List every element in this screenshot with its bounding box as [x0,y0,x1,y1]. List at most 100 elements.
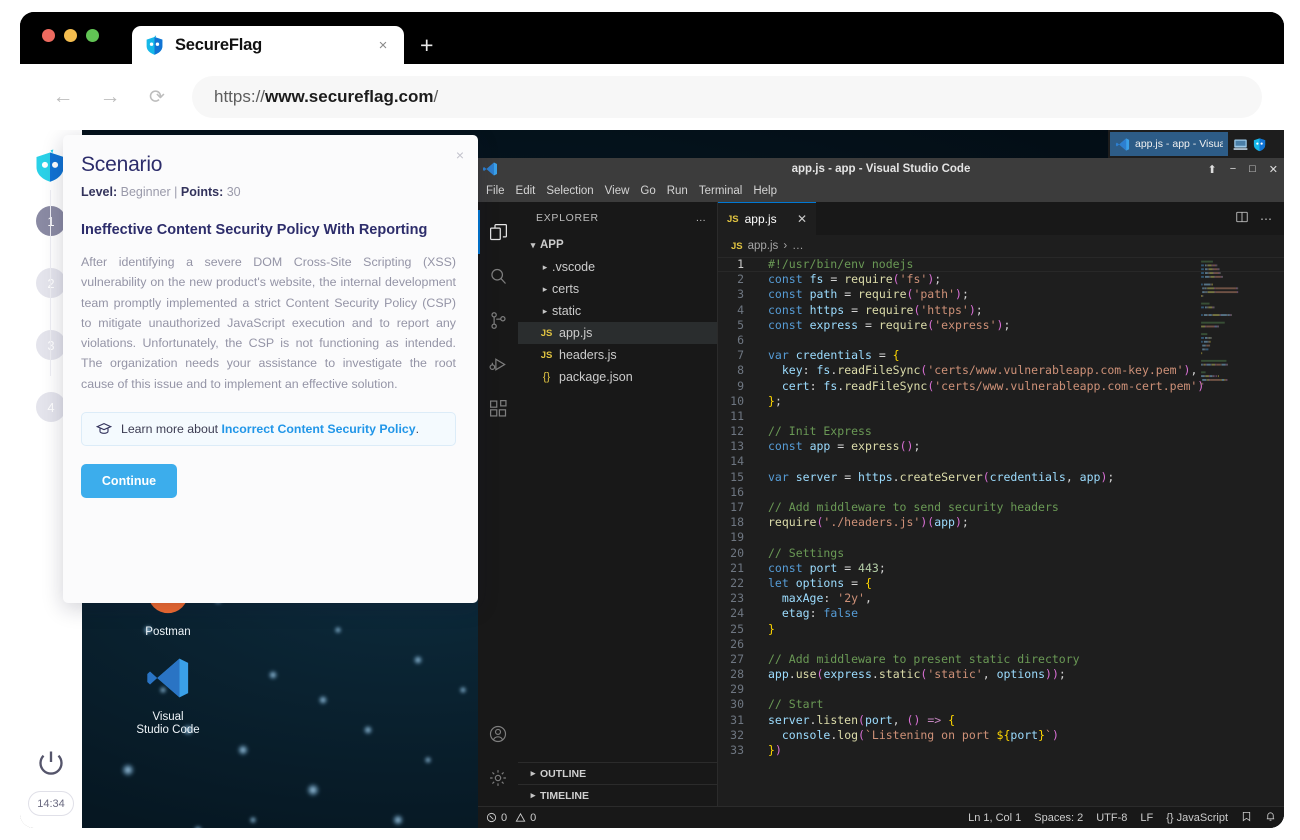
statusbar-encoding[interactable]: UTF-8 [1096,812,1127,824]
continue-button[interactable]: Continue [81,464,177,499]
extensions-icon[interactable] [478,386,518,430]
statusbar-eol[interactable]: LF [1140,812,1153,824]
editor-tab-appjs[interactable]: JS app.js ✕ [718,202,816,235]
statusbar-cursor-position[interactable]: Ln 1, Col 1 [968,812,1021,824]
minimize-window-button[interactable] [64,29,77,42]
menu-help[interactable]: Help [753,185,777,197]
reload-icon[interactable]: ⟳ [140,86,174,109]
line-number: 16 [730,484,744,499]
breadcrumb-file[interactable]: app.js [748,240,779,252]
feedback-icon[interactable] [1241,811,1252,825]
power-icon[interactable] [37,748,65,776]
line-number: 4 [737,302,744,317]
taskbar-window-button[interactable]: app.js - app - Visual Stu... [1110,132,1228,156]
vscode-titlebar: app.js - app - Visual Studio Code ⬆ − □ … [478,158,1284,180]
code-text: const fs = require('fs'); [768,272,942,287]
explorer-file-packagejson[interactable]: {} package.json [518,366,717,388]
vscode-icon [483,162,497,176]
explorer-item-label: headers.js [559,348,617,362]
source-control-icon[interactable] [478,298,518,342]
account-icon[interactable] [478,712,518,756]
tab-close-icon[interactable]: × [374,37,392,54]
close-window-button[interactable] [42,29,55,42]
line-number: 11 [730,408,744,423]
search-icon[interactable] [478,254,518,298]
browser-tab[interactable]: SecureFlag × [132,26,404,64]
code-text: let options = { [768,575,872,590]
line-number: 18 [730,515,744,530]
code-text: const https = require('https'); [768,302,983,317]
vscode-statusbar: 0 0 Ln 1, Col 1 Spaces: 2 UTF-8 LF {} Ja… [478,806,1284,828]
timeline-section[interactable]: ▸ TIMELINE [518,784,717,806]
outline-section[interactable]: ▸ OUTLINE [518,762,717,784]
run-debug-icon[interactable] [478,342,518,386]
code-text: } [768,621,775,636]
line-number: 26 [730,636,744,651]
menu-selection[interactable]: Selection [546,185,593,197]
bell-icon[interactable] [1265,811,1276,825]
editor-minimap[interactable] [1194,257,1270,806]
js-file-icon: JS [540,349,553,361]
line-number: 9 [737,378,744,393]
explorer-folder-certs[interactable]: ▸ certs [518,278,717,300]
menu-view[interactable]: View [605,185,630,197]
secureflag-icon[interactable] [1252,137,1267,152]
code-text: key: fs.readFileSync('certs/www.vulnerab… [781,363,1198,378]
code-text: app.use(express.static('static', options… [768,667,1066,682]
maximize-icon[interactable]: □ [1249,163,1256,175]
browser-toolbar: ← → ⟳ https://www.secureflag.com/ [20,64,1284,130]
line-number: 1 [737,257,744,271]
breadcrumb-separator: › [783,240,788,252]
scenario-close-icon[interactable]: × [456,147,464,163]
statusbar-problems[interactable]: 0 0 [486,812,536,824]
close-icon[interactable]: ✕ [1269,163,1278,176]
learn-more-link[interactable]: Incorrect Content Security Policy [222,422,416,436]
explorer-item-label: .vscode [552,260,596,274]
settings-gear-icon[interactable] [478,756,518,800]
editor-scrollbar[interactable] [1270,257,1284,806]
forward-arrow-icon[interactable]: → [93,85,127,109]
statusbar-language[interactable]: {} JavaScript [1166,812,1228,824]
explorer-root-app[interactable]: ▾ APP [518,234,717,256]
statusbar-indentation[interactable]: Spaces: 2 [1034,812,1083,824]
code-editor[interactable]: 1 #!/usr/bin/env nodejs 2 const fs = requir… [718,257,1284,806]
vscode-icon [147,658,189,698]
minimize-icon[interactable]: − [1230,163,1236,175]
vscode-body: EXPLORER … ▾ APP ▸ .vscode ▸ certs ▸ sta… [478,202,1284,806]
split-editor-icon[interactable] [1235,210,1249,227]
desktop-icon-vscode[interactable]: Visual Studio Code [118,655,218,737]
menu-run[interactable]: Run [667,185,688,197]
menu-go[interactable]: Go [640,185,655,197]
menu-terminal[interactable]: Terminal [699,185,742,197]
explorer-folder-static[interactable]: ▸ static [518,300,717,322]
monitor-icon[interactable] [1233,137,1248,152]
explorer-root-label: APP [540,239,564,251]
address-bar[interactable]: https://www.secureflag.com/ [192,76,1262,118]
vscode-icon [1115,137,1130,151]
learn-more-box[interactable]: Learn more about Incorrect Content Secur… [81,412,456,447]
menu-file[interactable]: File [486,185,505,197]
window-traffic-lights [42,29,99,42]
code-text: const app = express(); [768,439,921,454]
maximize-window-button[interactable] [86,29,99,42]
chevron-right-icon: ▸ [530,768,536,778]
menu-edit[interactable]: Edit [516,185,536,197]
new-tab-button[interactable]: + [420,34,433,57]
tab-close-icon[interactable]: ✕ [797,212,807,226]
vscode-window[interactable]: app.js - app - Visual Studio Code ⬆ − □ … [478,158,1284,828]
always-on-top-icon[interactable]: ⬆ [1207,163,1216,176]
json-file-icon: {} [542,371,551,383]
back-arrow-icon[interactable]: ← [46,85,80,109]
statusbar-right: Ln 1, Col 1 Spaces: 2 UTF-8 LF {} JavaSc… [968,811,1276,825]
explorer-icon[interactable] [478,210,518,254]
breadcrumb-more[interactable]: … [792,240,804,252]
explorer-folder-vscode[interactable]: ▸ .vscode [518,256,717,278]
explorer-file-headersjs[interactable]: JS headers.js [518,344,717,366]
line-number: 13 [730,439,744,454]
line-number: 10 [730,393,744,408]
explorer-more-icon[interactable]: … [696,212,708,224]
editor-more-icon[interactable]: ⋯ [1260,212,1272,226]
explorer-file-appjs[interactable]: JS app.js [518,322,717,344]
